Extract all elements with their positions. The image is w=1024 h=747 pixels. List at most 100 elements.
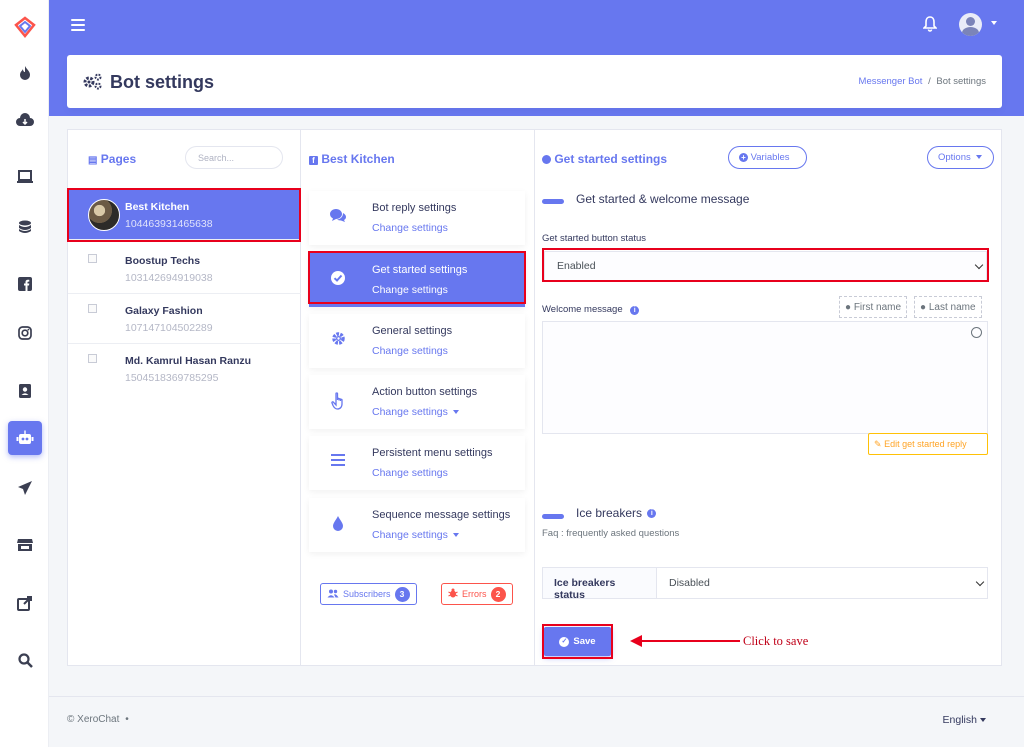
gear-icon	[329, 331, 347, 350]
robot-icon[interactable]	[8, 421, 42, 455]
variables-button[interactable]: + Variables	[728, 146, 807, 169]
copyright: © XeroChat •	[67, 714, 129, 725]
pages-search-input[interactable]: Search...	[185, 146, 283, 169]
menu-toggle-icon[interactable]	[71, 19, 85, 31]
first-name-tag[interactable]: ● First name	[839, 296, 908, 318]
section-bar	[542, 514, 564, 519]
facebook-icon[interactable]	[12, 271, 38, 297]
fire-icon[interactable]	[12, 60, 38, 86]
edit-get-started-reply-button[interactable]: ✎ Edit get started reply	[868, 433, 988, 455]
footer: © XeroChat • English	[49, 696, 1024, 747]
comments-icon	[329, 208, 347, 227]
check-circle-icon	[542, 155, 551, 165]
subscribers-button[interactable]: Subscribers 3	[320, 583, 417, 605]
page-id: 104463931465638	[125, 218, 213, 230]
general-settings-item[interactable]: General settings Change settings	[309, 314, 525, 368]
ice-breakers-status-label: Ice breakers status	[543, 568, 657, 601]
change-settings-link[interactable]: Change settings	[372, 222, 448, 234]
section-title-ice-breakers: Ice breakers i	[576, 506, 657, 520]
hand-pointer-icon	[329, 392, 347, 414]
change-settings-dropdown[interactable]: Change settings	[372, 529, 459, 541]
change-settings-link[interactable]: Change settings	[372, 345, 448, 357]
page-name: Galaxy Fashion	[125, 305, 203, 317]
page-item-kamrul-hasan-ranzu[interactable]: Md. Kamrul Hasan Ranzu 1504518369785295	[68, 344, 301, 394]
share-icon[interactable]	[12, 590, 38, 616]
bug-icon	[448, 588, 458, 600]
bars-icon	[329, 453, 347, 470]
action-button-settings-item[interactable]: Action button settings Change settings	[309, 375, 525, 429]
check-circle-icon: ✓	[559, 636, 570, 647]
user-avatar[interactable]	[959, 13, 982, 36]
check-circle-icon	[329, 270, 347, 290]
cogs-icon	[82, 72, 104, 95]
page-name: Boostup Techs	[125, 255, 201, 267]
laptop-icon[interactable]	[12, 164, 38, 190]
left-sidebar	[0, 0, 49, 747]
sequence-message-settings-item[interactable]: Sequence message settings Change setting…	[309, 498, 525, 552]
broken-image-icon	[88, 354, 97, 363]
welcome-message-textarea[interactable]	[542, 321, 988, 434]
page-id: 107147104502289	[125, 322, 213, 334]
page-avatar	[88, 199, 120, 231]
page-item-galaxy-fashion[interactable]: Galaxy Fashion 107147104502289	[68, 294, 301, 344]
setting-title: Persistent menu settings	[372, 447, 493, 459]
get-started-settings-item[interactable]: Get started settings Change settings	[309, 253, 525, 307]
section-title-get-started: Get started & welcome message	[576, 192, 750, 206]
change-settings-dropdown[interactable]: Change settings	[372, 406, 459, 418]
contacts-icon[interactable]	[12, 378, 38, 404]
bot-reply-settings-item[interactable]: Bot reply settings Change settings	[309, 191, 525, 245]
ice-breakers-status-select[interactable]: Disabled	[657, 568, 987, 598]
options-dropdown-button[interactable]: Options	[927, 146, 994, 169]
change-settings-link[interactable]: Change settings	[372, 467, 448, 479]
arrow-line	[640, 640, 740, 642]
cloud-download-icon[interactable]	[12, 107, 38, 133]
logo-icon[interactable]	[12, 14, 38, 40]
setting-title: Action button settings	[372, 386, 478, 398]
get-started-heading: Get started settings	[542, 152, 667, 166]
bot-settings-card: ▤ Pages Search... Best Kitchen 104463931…	[67, 129, 1002, 666]
user-icon: ●	[920, 302, 927, 313]
section-bar	[542, 199, 564, 204]
persistent-menu-settings-item[interactable]: Persistent menu settings Change settings	[309, 436, 525, 490]
database-icon[interactable]	[12, 214, 38, 240]
page-item-boostup-techs[interactable]: Boostup Techs 103142694919038	[68, 244, 301, 294]
welcome-message-label: Welcome message i	[542, 304, 640, 315]
caret-down-icon	[980, 718, 986, 723]
section-header: Bot settings Messenger Bot / Bot setting…	[67, 55, 1002, 108]
user-menu-caret-icon[interactable]	[991, 21, 997, 25]
store-icon[interactable]	[12, 532, 38, 558]
get-started-column: Get started settings + Variables Options…	[535, 130, 1002, 665]
get-started-status-select[interactable]: Enabled	[544, 251, 987, 281]
language-selector[interactable]: English	[943, 714, 986, 726]
search-icon[interactable]	[12, 647, 38, 673]
breadcrumb-separator: /	[928, 76, 931, 87]
setting-title: Sequence message settings	[372, 509, 511, 521]
bell-icon[interactable]	[922, 16, 938, 35]
setting-title: Get started settings	[372, 264, 468, 276]
breadcrumb-link-messenger-bot[interactable]: Messenger Bot	[859, 76, 923, 87]
caret-down-icon	[976, 155, 983, 160]
setting-title: Bot reply settings	[372, 202, 457, 214]
info-icon: i	[630, 306, 640, 315]
tint-icon	[329, 515, 347, 535]
click-to-save-annotation: Click to save	[743, 634, 809, 648]
chevron-down-icon	[974, 260, 984, 270]
save-button[interactable]: ✓ Save	[544, 627, 611, 656]
list-icon: ▤	[88, 155, 98, 166]
settings-heading: f Best Kitchen	[309, 152, 395, 166]
pages-heading: ▤ Pages	[88, 152, 137, 166]
page-id: 103142694919038	[125, 272, 213, 284]
change-settings-link[interactable]: Change settings	[372, 284, 448, 296]
page-title: Bot settings	[110, 72, 215, 92]
settings-column: f Best Kitchen Bot reply settings Change…	[301, 130, 535, 665]
subscribers-count-badge: 3	[394, 586, 410, 602]
emoji-icon[interactable]	[971, 327, 982, 338]
instagram-icon[interactable]	[12, 320, 38, 346]
broken-image-icon	[88, 304, 97, 313]
breadcrumb-current: Bot settings	[936, 76, 986, 87]
page-item-best-kitchen[interactable]: Best Kitchen 104463931465638	[68, 190, 301, 240]
breadcrumb: Messenger Bot / Bot settings	[859, 76, 986, 87]
last-name-tag[interactable]: ● Last name	[914, 296, 982, 318]
paper-plane-icon[interactable]	[12, 475, 38, 501]
errors-button[interactable]: Errors 2	[441, 583, 513, 605]
